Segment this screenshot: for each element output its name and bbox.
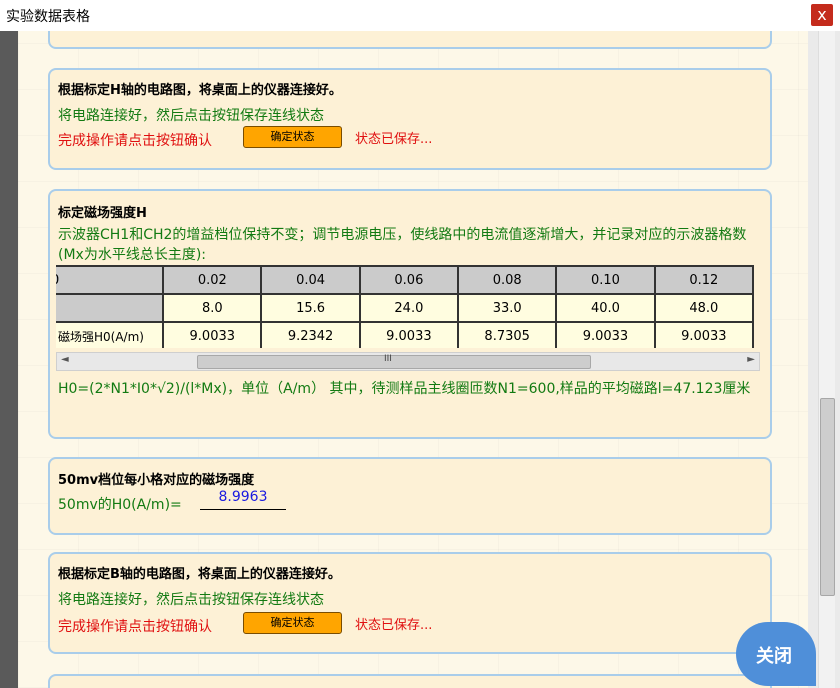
col-header: 0.10 (555, 265, 656, 295)
calibrate-description: 示波器CH1和CH2的增益档位保持不变；调节电源电压，使线路中的电流值逐渐增大，… (58, 227, 747, 263)
table-horizontal-scrollbar[interactable]: ◄ III ► (56, 352, 760, 371)
col-header: 0.02 (162, 265, 263, 295)
calibrate-section: 标定磁场强度H 示波器CH1和CH2的增益档位保持不变；调节电源电压，使线路中的… (48, 189, 772, 439)
data-table-viewport: 0 0.02 0.04 0.06 0.08 0.10 0.12 8.0 15.6… (56, 265, 762, 348)
h-wiring-heading: 根据标定H轴的电路图，将桌面上的仪器连接好。 (58, 83, 342, 98)
data-cell[interactable]: 9.2342 (260, 321, 361, 348)
data-cell[interactable]: 9.0033 (555, 321, 656, 348)
calibrate-heading: 标定磁场强度H (58, 206, 147, 221)
b-wiring-instruction: 将电路连接好，然后点击按钮保存连线状态 (58, 592, 324, 608)
h-wiring-confirm-prompt: 完成操作请点击按钮确认 (58, 133, 212, 149)
data-cell[interactable]: 9.0033 (162, 321, 263, 348)
b-confirm-state-button[interactable]: 确定状态 (243, 612, 342, 634)
scroll-left-arrow-icon[interactable]: ◄ (61, 354, 69, 365)
b-status-text: 状态已保存... (355, 618, 433, 633)
close-panel-button[interactable]: 关闭 (736, 622, 816, 686)
b-wiring-confirm-prompt: 完成操作请点击按钮确认 (58, 619, 212, 635)
close-panel-label: 关闭 (756, 646, 792, 667)
vertical-scrollbar-thumb[interactable] (820, 398, 835, 596)
data-cell[interactable]: 9.0033 (653, 321, 755, 348)
background-left (0, 31, 18, 688)
data-table: 0 0.02 0.04 0.06 0.08 0.10 0.12 8.0 15.6… (56, 265, 755, 348)
h-wiring-instruction: 将电路连接好，然后点击按钮保存连线状态 (58, 108, 324, 124)
h-status-text: 状态已保存... (355, 132, 433, 147)
h0-50mv-heading: 50mv档位每小格对应的磁场强度 (58, 473, 255, 488)
scrollbar-thumb[interactable]: III (197, 354, 591, 369)
scroll-right-arrow-icon[interactable]: ► (747, 354, 755, 365)
data-cell[interactable]: 9.0033 (358, 321, 460, 348)
row-label-1: 0 (56, 265, 165, 295)
h0-50mv-label: 50mv的H0(A/m)= (58, 497, 182, 513)
col-header: 0.12 (653, 265, 755, 295)
data-cell[interactable]: 33.0 (457, 293, 558, 323)
col-header: 0.08 (457, 265, 558, 295)
col-header: 0.06 (358, 265, 460, 295)
window-title: 实验数据表格 (6, 9, 90, 25)
b-wiring-section: 根据标定B轴的电路图，将桌面上的仪器连接好。 将电路连接好，然后点击按钮保存连线… (48, 552, 772, 654)
h-wiring-section: 根据标定H轴的电路图，将桌面上的仪器连接好。 将电路连接好，然后点击按钮保存连线… (48, 68, 772, 170)
b-wiring-heading: 根据标定B轴的电路图，将桌面上的仪器连接好。 (58, 567, 341, 582)
previous-section-box (48, 31, 772, 49)
next-section-box (48, 674, 772, 688)
h0-50mv-value-field[interactable]: 8.9963 (200, 489, 286, 510)
data-cell[interactable]: 40.0 (555, 293, 656, 323)
formula-text: H0=(2*N1*I0*√2)/(l*Mx)，单位（A/m） 其中，待测样品主线… (58, 381, 751, 397)
row-label-h0: 磁场强H0(A/m) (56, 321, 165, 348)
data-table-panel: 根据标定H轴的电路图，将桌面上的仪器连接好。 将电路连接好，然后点击按钮保存连线… (18, 31, 808, 688)
vertical-scrollbar[interactable] (818, 31, 835, 688)
window-close-button[interactable]: x (811, 4, 833, 26)
data-cell[interactable]: 8.0 (162, 293, 263, 323)
grip-icon: III (384, 354, 392, 364)
data-cell[interactable]: 8.7305 (457, 321, 558, 348)
h-confirm-state-button[interactable]: 确定状态 (243, 126, 342, 148)
data-cell[interactable]: 15.6 (260, 293, 361, 323)
title-bar: 实验数据表格 x (0, 0, 840, 32)
data-cell[interactable]: 48.0 (653, 293, 755, 323)
row-label-2 (56, 293, 165, 323)
col-header: 0.04 (260, 265, 361, 295)
data-cell[interactable]: 24.0 (358, 293, 460, 323)
h0-50mv-section: 50mv档位每小格对应的磁场强度 50mv的H0(A/m)= 8.9963 (48, 457, 772, 535)
